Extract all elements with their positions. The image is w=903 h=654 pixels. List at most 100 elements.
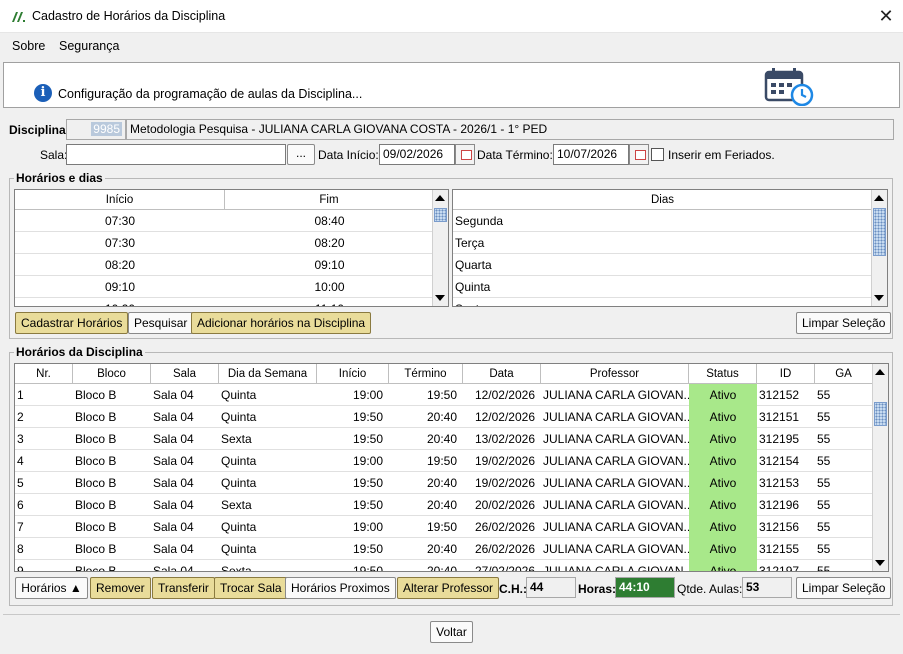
list-item[interactable]: Quinta	[453, 276, 873, 298]
table-row[interactable]: 10:20 11:10	[15, 298, 434, 306]
horarios-table[interactable]: Início Fim 07:30 08:40 07:30 08:20 08:20…	[14, 189, 449, 307]
pesquisar-button[interactable]: Pesquisar	[128, 312, 194, 334]
menu-seguranca[interactable]: Segurança	[59, 39, 119, 53]
close-icon[interactable]: ✕	[875, 5, 897, 27]
cell-inicio: 19:50	[352, 476, 383, 490]
col-professor[interactable]: Professor	[541, 364, 689, 384]
table-row[interactable]: 5 Bloco B Sala 04 Quinta 19:50 20:40 19/02/202…	[15, 472, 873, 494]
dia-label: Sexta	[453, 298, 873, 306]
dias-table[interactable]: Dias Segunda Terça Quarta Quinta Sexta	[452, 189, 888, 307]
scroll-down-icon[interactable]	[874, 295, 884, 301]
cell-data: 12/02/2026	[474, 388, 535, 402]
cell-data: 19/02/2026	[474, 476, 535, 490]
menu-sobre[interactable]: Sobre	[12, 39, 45, 53]
alterar-professor-button[interactable]: Alterar Professor	[397, 577, 500, 599]
table-row[interactable]: 8 Bloco B Sala 04 Quinta 19:50 20:40 26/02/202…	[15, 538, 873, 560]
cell-professor: JULIANA CARLA GIOVAN...	[543, 432, 689, 446]
sala-search-button[interactable]: ...	[287, 144, 315, 165]
col-inicio[interactable]: Início	[15, 190, 225, 210]
table-row[interactable]: 7 Bloco B Sala 04 Quinta 19:00 19:50 26/02/202…	[15, 516, 873, 538]
cell-inicio: 19:50	[352, 498, 383, 512]
table-row[interactable]: 6 Bloco B Sala 04 Sexta 19:50 20:40 20/02/2026…	[15, 494, 873, 516]
cell-termino: 19:50	[426, 388, 457, 402]
scroll-down-icon[interactable]	[875, 560, 885, 566]
dias-scrollbar[interactable]	[871, 190, 887, 306]
horarios-disciplina-scrollbar[interactable]	[872, 364, 888, 571]
scroll-up-icon[interactable]	[874, 195, 884, 201]
data-termino-calendar-icon[interactable]	[629, 144, 649, 165]
cell-professor: JULIANA CARLA GIOVAN...	[543, 388, 689, 402]
calendar-clock-icon	[764, 68, 814, 106]
col-dia-semana[interactable]: Dia da Semana	[219, 364, 317, 384]
cell-inicio: 19:00	[352, 520, 383, 534]
col-nr[interactable]: Nr.	[15, 364, 73, 384]
table-row[interactable]: 4 Bloco B Sala 04 Quinta 19:00 19:50 19/02/202…	[15, 450, 873, 472]
cell-dia: Quinta	[221, 542, 257, 556]
scroll-thumb[interactable]	[874, 402, 887, 426]
col-inicio[interactable]: Início	[317, 364, 389, 384]
cell-inicio: 10:20	[15, 298, 225, 306]
voltar-button[interactable]: Voltar	[430, 621, 473, 643]
remover-button[interactable]: Remover	[90, 577, 151, 599]
table-row[interactable]: 2 Bloco B Sala 04 Quinta 19:50 20:40 12/02/202…	[15, 406, 873, 428]
col-sala[interactable]: Sala	[151, 364, 219, 384]
horarios-scrollbar[interactable]	[432, 190, 448, 306]
scroll-down-icon[interactable]	[435, 295, 445, 301]
cell-status: Ativo	[689, 538, 757, 560]
col-dias[interactable]: Dias	[453, 190, 873, 210]
sala-input[interactable]	[66, 144, 286, 165]
transferir-button[interactable]: Transferir	[152, 577, 215, 599]
limpar-selecao-top-button[interactable]: Limpar Seleção	[796, 312, 892, 334]
cell-professor: JULIANA CARLA GIOVAN...	[543, 542, 689, 556]
disciplina-code-field[interactable]: 9985	[66, 119, 126, 140]
list-item[interactable]: Terça	[453, 232, 873, 254]
cell-sala: Sala 04	[153, 476, 194, 490]
cell-bloco: Bloco B	[75, 454, 117, 468]
horarios-menu-label: Horários	[21, 581, 67, 595]
cell-bloco: Bloco B	[75, 388, 117, 402]
scroll-thumb[interactable]	[873, 208, 886, 256]
data-inicio-input[interactable]: 09/02/2026	[379, 144, 455, 165]
col-bloco[interactable]: Bloco	[73, 364, 151, 384]
col-termino[interactable]: Término	[389, 364, 463, 384]
data-inicio-calendar-icon[interactable]	[455, 144, 475, 165]
table-row[interactable]: 09:10 10:00	[15, 276, 434, 298]
scroll-up-icon[interactable]	[435, 195, 445, 201]
list-item[interactable]: Sexta	[453, 298, 873, 306]
cell-termino: 19:50	[426, 520, 457, 534]
cadastrar-horarios-button[interactable]: Cadastrar Horários	[15, 312, 129, 334]
horarios-disciplina-table[interactable]: Nr. Bloco Sala Dia da Semana Início Térm…	[14, 363, 889, 572]
list-item[interactable]: Segunda	[453, 210, 873, 232]
trocar-sala-button[interactable]: Trocar Sala	[214, 577, 288, 599]
table-row[interactable]: 3 Bloco B Sala 04 Sexta 19:50 20:40 13/02/2026…	[15, 428, 873, 450]
cell-nr: 7	[17, 520, 24, 534]
scroll-up-icon[interactable]	[875, 369, 885, 375]
col-status[interactable]: Status	[689, 364, 757, 384]
dia-label: Quinta	[455, 280, 491, 294]
cell-id: 312197	[759, 564, 800, 572]
table-row[interactable]: 08:20 09:10	[15, 254, 434, 276]
adicionar-horarios-button[interactable]: Adicionar horários na Disciplina	[191, 312, 372, 334]
horarios-proximos-button[interactable]: Horários Proximos	[285, 577, 396, 599]
table-row[interactable]: 07:30 08:20	[15, 232, 434, 254]
limpar-selecao-bottom-button[interactable]: Limpar Seleção	[796, 577, 892, 599]
list-item[interactable]: Quarta	[453, 254, 873, 276]
scroll-thumb[interactable]	[434, 208, 447, 222]
table-row[interactable]: 1 Bloco B Sala 04 Quinta 19:00 19:50 12/02/202…	[15, 384, 873, 406]
col-ga[interactable]: GA	[815, 364, 873, 384]
feriados-checkbox[interactable]	[651, 148, 664, 161]
table-row[interactable]: 07:30 08:40	[15, 210, 434, 232]
col-id[interactable]: ID	[757, 364, 815, 384]
cell-nr: 4	[17, 454, 24, 468]
cell-nr: 3	[17, 432, 24, 446]
col-data[interactable]: Data	[463, 364, 541, 384]
horarios-menu-button[interactable]: Horários ▲	[15, 577, 88, 599]
table-row[interactable]: 9 Bloco B Sala 04 Sexta 19:50 20:40 27/02/2026…	[15, 560, 873, 572]
cell-data: 26/02/2026	[474, 520, 535, 534]
cell-status: Ativo	[689, 472, 757, 494]
cell-inicio: 08:20	[104, 258, 136, 272]
cell-dia: Quinta	[221, 410, 257, 424]
col-fim[interactable]: Fim	[225, 190, 434, 210]
cell-bloco: Bloco B	[75, 520, 117, 534]
data-termino-input[interactable]: 10/07/2026	[553, 144, 629, 165]
